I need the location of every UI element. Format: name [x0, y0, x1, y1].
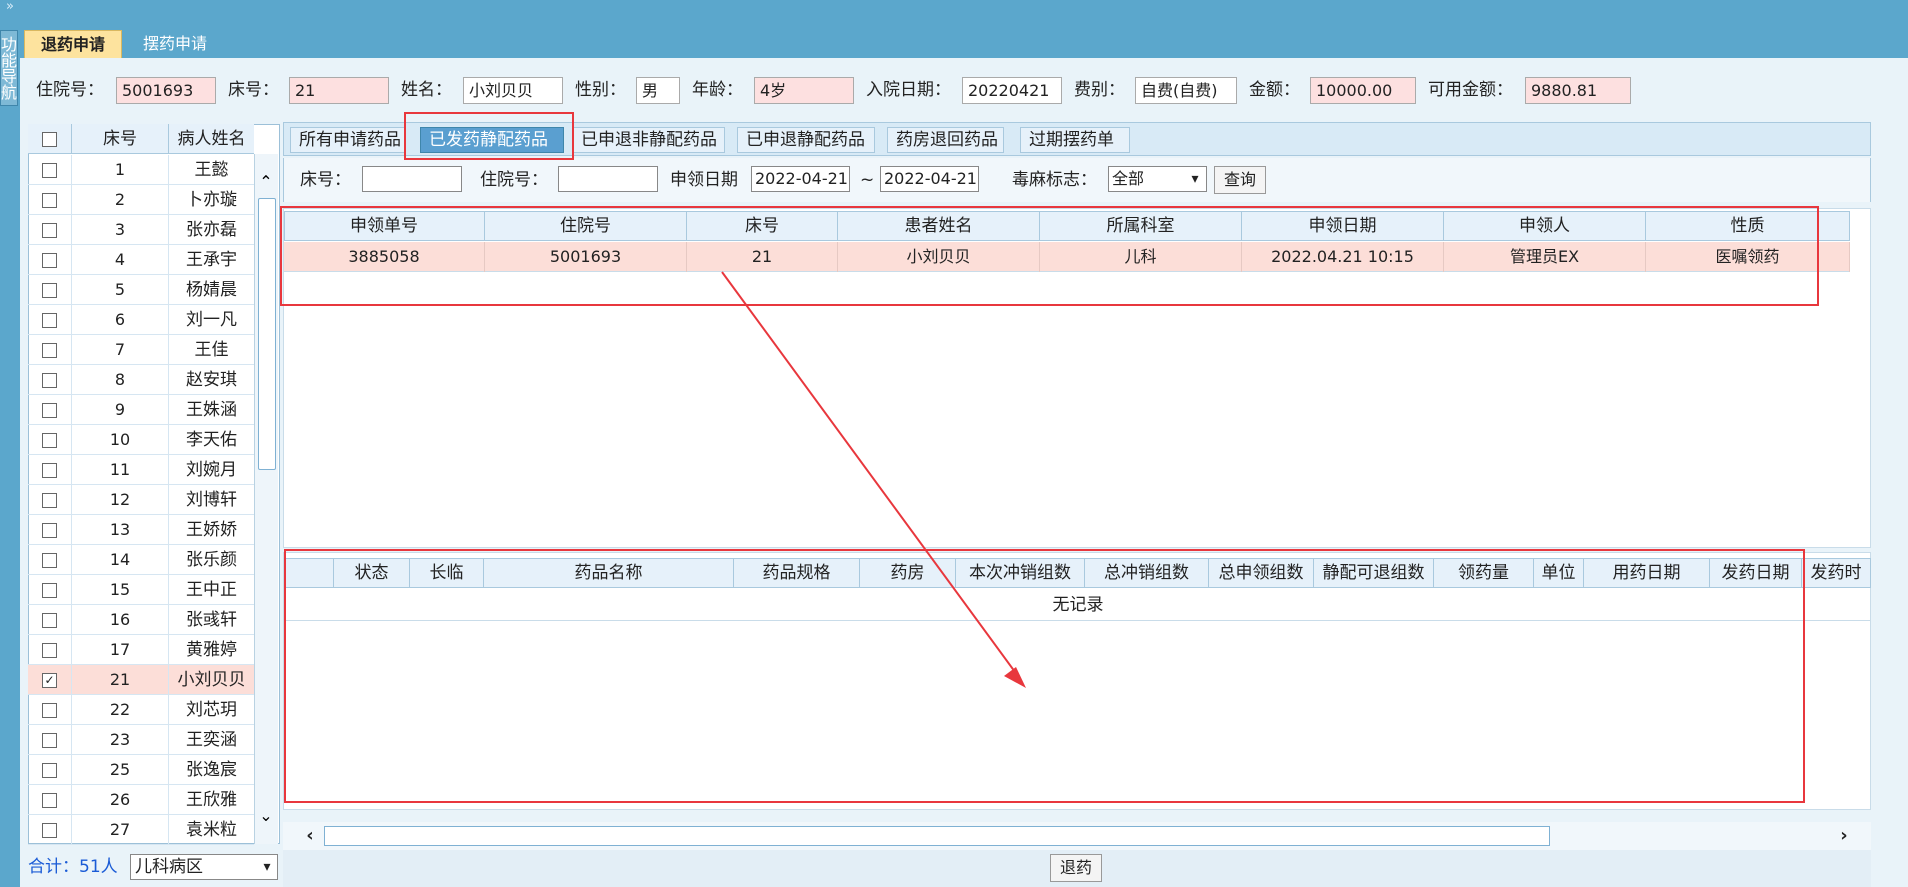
annotation-arrow [721, 271, 1026, 688]
